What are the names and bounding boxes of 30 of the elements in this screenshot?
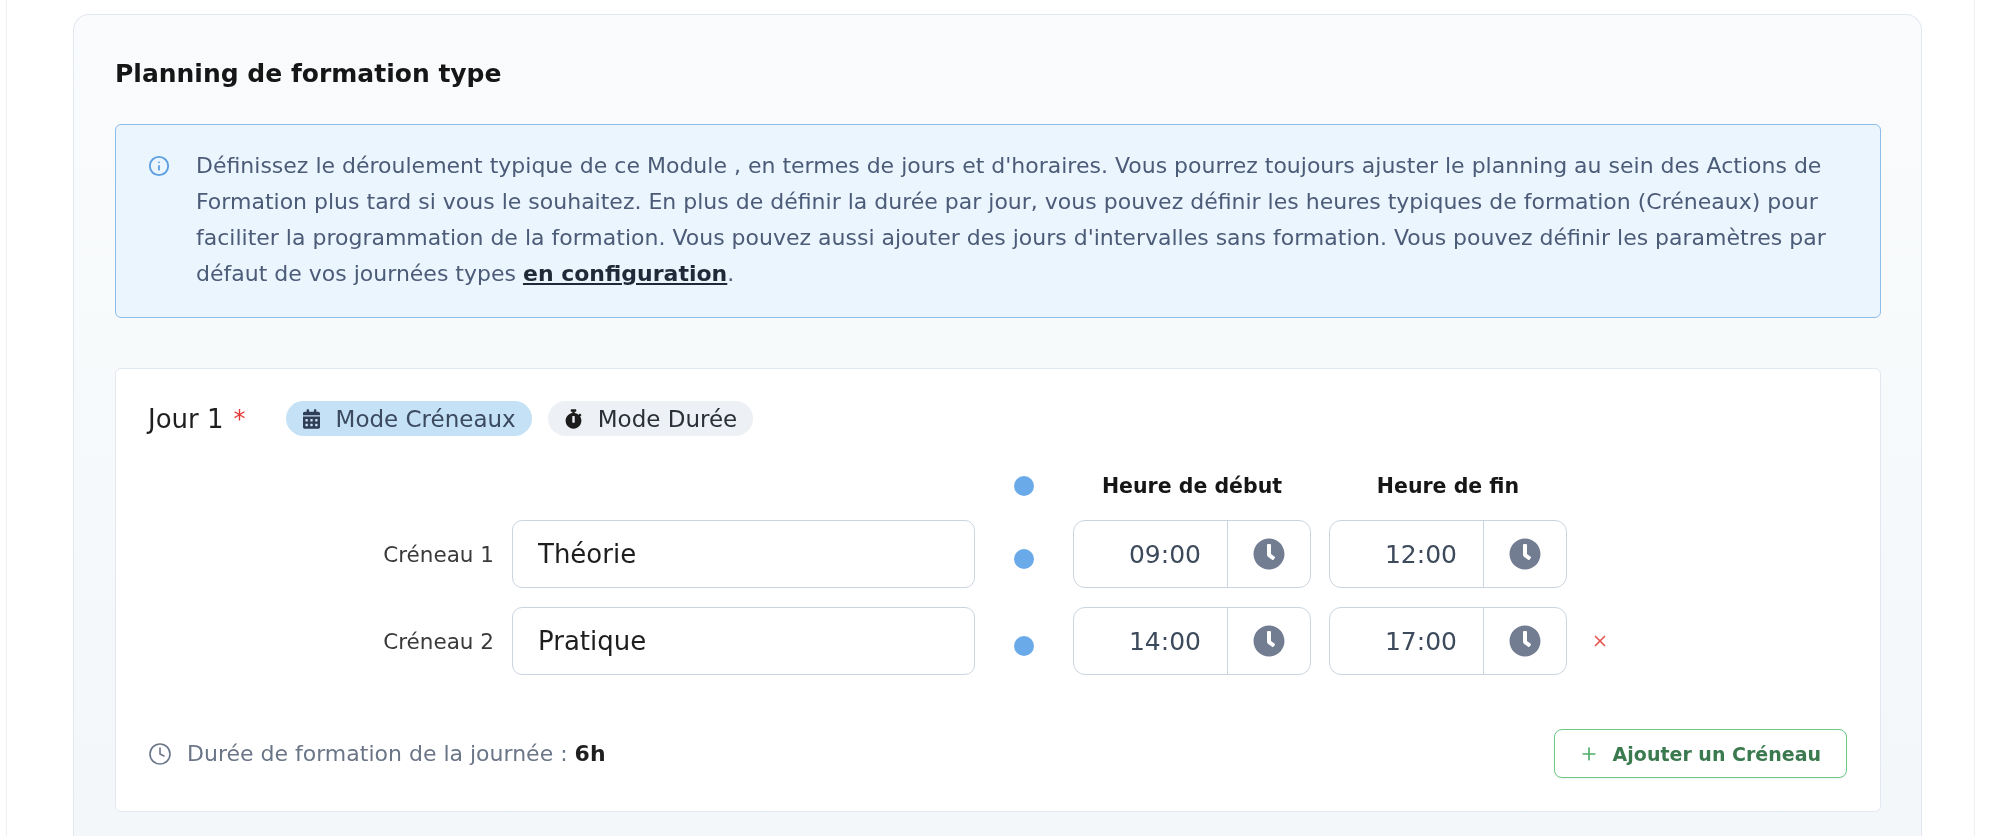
total-duration-text: Durée de formation de la journée : 6h xyxy=(187,741,606,766)
section-title: Planning de formation type xyxy=(115,58,503,90)
start-time-field[interactable]: 14:00 xyxy=(1073,607,1311,675)
clock-icon[interactable] xyxy=(1509,625,1541,657)
clock-icon[interactable] xyxy=(1253,625,1285,657)
dot-icon xyxy=(1014,636,1034,656)
calendar-icon xyxy=(302,408,320,429)
end-time-field[interactable]: 12:00 xyxy=(1329,520,1567,588)
dot-icon xyxy=(1014,476,1034,496)
column-header: Heure de début xyxy=(1101,474,1283,498)
configuration-link[interactable]: en configuration xyxy=(522,261,728,286)
column-header: Heure de fin xyxy=(1376,474,1520,498)
slot-label: Créneau 1 xyxy=(383,541,494,567)
slot-name-field[interactable]: Théorie xyxy=(512,520,975,588)
clock-icon xyxy=(148,741,172,766)
slot-name-field[interactable]: Pratique xyxy=(512,607,975,675)
clock-icon[interactable] xyxy=(1253,538,1285,570)
info-icon xyxy=(148,155,170,177)
mode-toggle[interactable]: Mode Créneaux xyxy=(285,401,532,436)
slot-label: Créneau 2 xyxy=(383,628,494,654)
clock-icon[interactable] xyxy=(1509,538,1541,570)
mode-toggle[interactable]: Mode Durée xyxy=(547,401,754,436)
dot-icon xyxy=(1014,549,1034,569)
stopwatch-icon xyxy=(564,408,582,429)
start-time-field[interactable]: 09:00 xyxy=(1073,520,1311,588)
required-mark: * xyxy=(233,404,246,433)
day-label: Jour 1 xyxy=(148,403,224,434)
info-text: Définissez le déroulement typique de ce Module , en termes de jours et d'horaires. Vous pourrez toujours ajuster le planning au sein des Actions de Formation plus tard si vous le souhaitez. En plus de définir la durée par jour, vous pouvez définir les heures typiques de formation (Créneaux) pour faciliter la programmation de la formation. Vous pouvez aussi ajouter des jours d'intervalles sans formation. Vous pouvez définir les paramètres par défaut de vos journées types en configuration. xyxy=(196,152,1827,288)
end-time-field[interactable]: 17:00 xyxy=(1329,607,1567,675)
add-slot-button[interactable]: Ajouter un Créneau xyxy=(1553,729,1847,778)
